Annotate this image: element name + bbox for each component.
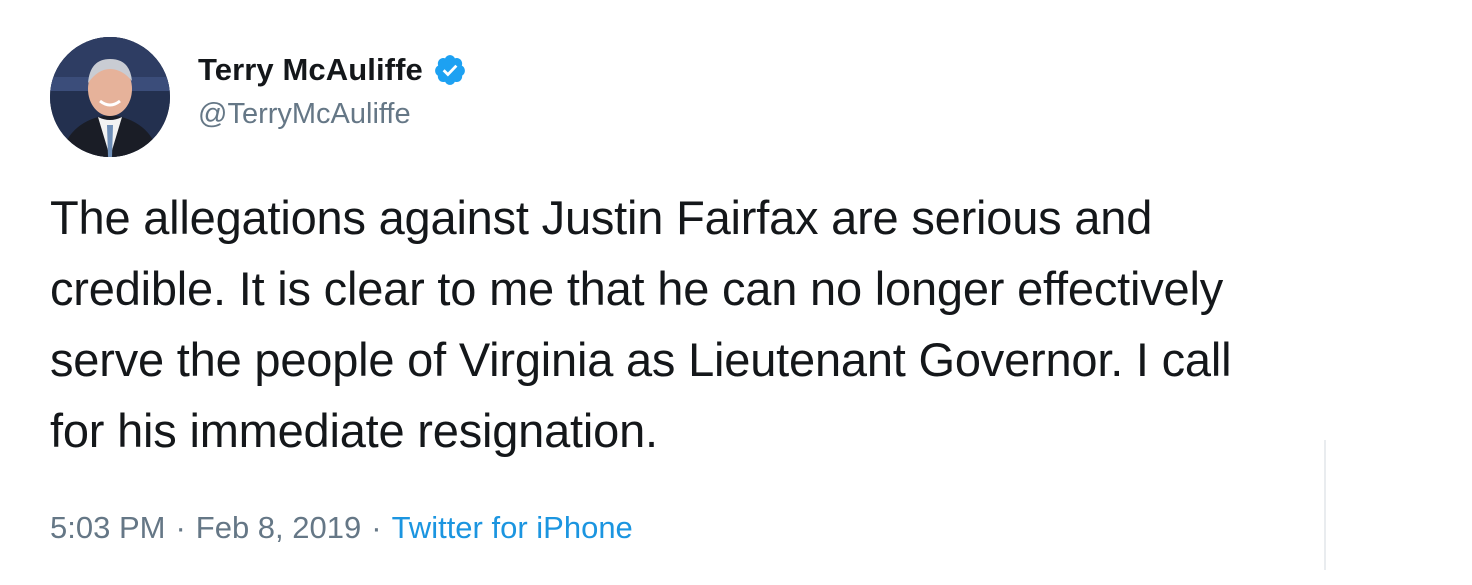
meta-separator: · bbox=[175, 510, 186, 545]
avatar-photo-icon bbox=[50, 37, 170, 157]
verified-badge-icon bbox=[433, 53, 467, 87]
vertical-divider bbox=[1324, 440, 1326, 570]
tweet-text-line: for his immediate resignation. bbox=[50, 404, 658, 457]
meta-separator: · bbox=[371, 510, 382, 545]
tweet-card: Terry McAuliffe @TerryMcAuliffe The alle… bbox=[0, 0, 1472, 585]
tweet-time[interactable]: 5:03 PM bbox=[50, 510, 165, 545]
author-avatar[interactable] bbox=[50, 37, 170, 157]
tweet-source-link[interactable]: Twitter for iPhone bbox=[392, 510, 633, 545]
tweet-text-line: serve the people of Virginia as Lieutena… bbox=[50, 333, 1232, 386]
author-block: Terry McAuliffe @TerryMcAuliffe bbox=[198, 50, 467, 131]
author-name-row: Terry McAuliffe bbox=[198, 50, 467, 90]
tweet-text-line: The allegations against Justin Fairfax a… bbox=[50, 191, 1153, 244]
tweet-text-line: credible. It is clear to me that he can … bbox=[50, 262, 1224, 315]
tweet-meta: 5:03 PM · Feb 8, 2019 · Twitter for iPhone bbox=[50, 510, 633, 546]
author-handle[interactable]: @TerryMcAuliffe bbox=[198, 98, 467, 131]
tweet-date[interactable]: Feb 8, 2019 bbox=[196, 510, 361, 545]
author-name[interactable]: Terry McAuliffe bbox=[198, 52, 423, 88]
tweet-text: The allegations against Justin Fairfax a… bbox=[50, 182, 1450, 466]
